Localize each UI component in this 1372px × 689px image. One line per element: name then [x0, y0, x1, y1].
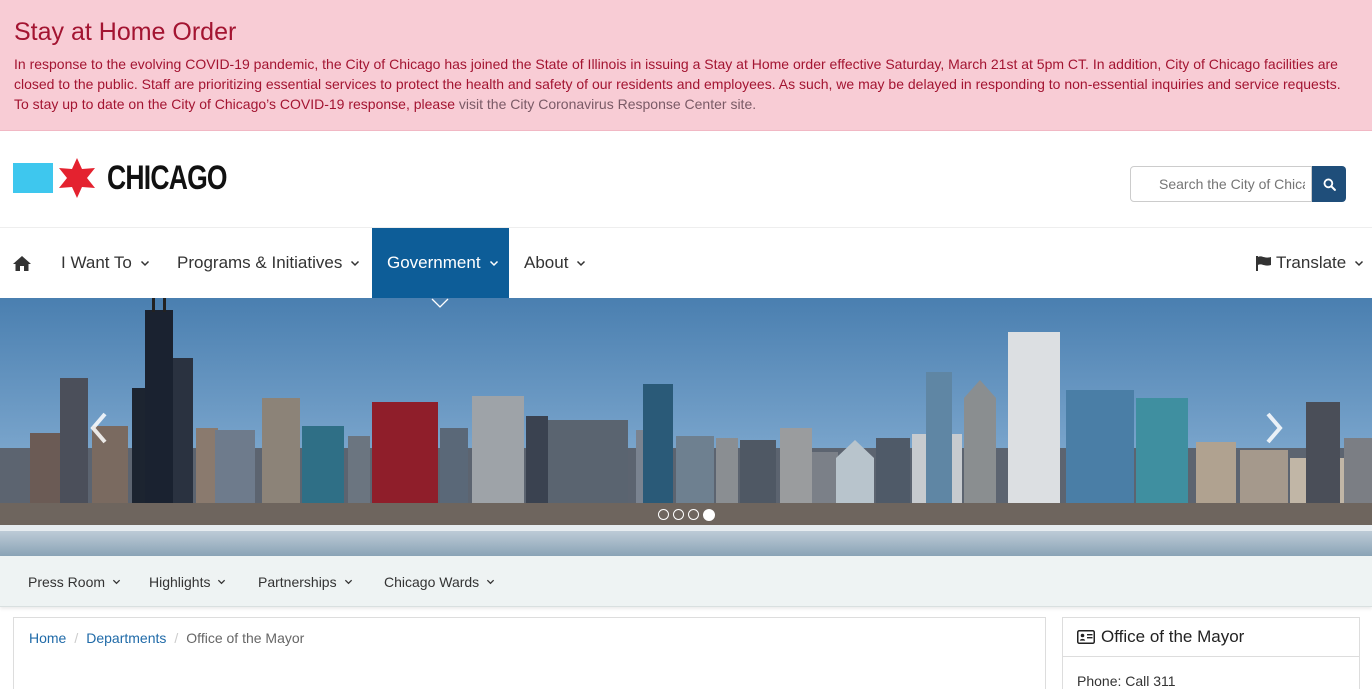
chevron-down-icon	[1355, 260, 1364, 267]
chicago-logo[interactable]: CHICAGO	[13, 156, 261, 200]
carousel-prev-arrow[interactable]	[87, 410, 111, 446]
subnav-partnerships[interactable]: Partnerships	[258, 556, 353, 607]
six-point-star-icon	[59, 158, 95, 198]
subnav-label: Chicago Wards	[384, 573, 480, 590]
carousel-dot-active[interactable]	[703, 509, 715, 521]
breadcrumb-home[interactable]: Home	[29, 630, 66, 646]
active-nav-caret	[431, 298, 449, 308]
nav-programs-initiatives[interactable]: Programs & Initiatives	[177, 228, 360, 298]
panel-heading: Office of the Mayor	[1063, 618, 1359, 657]
logo-blue-stripe	[13, 163, 53, 193]
subnav-chicago-wards[interactable]: Chicago Wards	[384, 556, 495, 607]
main-nav: I Want To Programs & Initiatives Governm…	[0, 228, 1372, 298]
alert-body: In response to the evolving COVID-19 pan…	[14, 54, 1354, 114]
carousel-dot[interactable]	[658, 509, 669, 520]
breadcrumb-separator: /	[174, 630, 179, 646]
nav-label: About	[524, 253, 569, 272]
search-button[interactable]	[1312, 166, 1346, 202]
search-input[interactable]	[1130, 166, 1312, 202]
address-card-icon	[1077, 630, 1095, 644]
site-search	[1130, 166, 1346, 202]
translate-label: Translate	[1276, 253, 1347, 272]
stay-at-home-alert: Stay at Home Order In response to the ev…	[0, 0, 1372, 131]
carousel-dot[interactable]	[673, 509, 684, 520]
nav-label: Programs & Initiatives	[177, 253, 343, 272]
carousel-dot[interactable]	[688, 509, 699, 520]
subnav-label: Partnerships	[258, 573, 337, 590]
breadcrumb-separator: /	[74, 630, 79, 646]
translate-dropdown[interactable]: Translate	[1255, 228, 1364, 298]
carousel-indicators	[658, 509, 715, 521]
home-button[interactable]	[12, 228, 32, 298]
logo-text: CHICAGO	[107, 158, 228, 197]
alert-title: Stay at Home Order	[14, 18, 237, 46]
nav-about[interactable]: About	[524, 228, 586, 298]
chevron-down-icon	[489, 260, 498, 267]
phone-text: Phone: Call 311	[1077, 673, 1176, 689]
nav-label: I Want To	[61, 253, 132, 272]
coronavirus-response-link[interactable]: visit the City Coronavirus Response Cent…	[459, 96, 756, 112]
chevron-down-icon	[344, 579, 352, 585]
flag-icon	[1256, 256, 1271, 271]
chevron-down-icon	[351, 260, 360, 267]
chevron-down-icon	[577, 260, 586, 267]
nav-label: Government	[387, 253, 481, 272]
nav-government[interactable]: Government	[372, 228, 509, 298]
breadcrumb-current: Office of the Mayor	[186, 630, 305, 646]
subnav-highlights[interactable]: Highlights	[149, 556, 226, 607]
chevron-down-icon	[140, 260, 149, 267]
subnav-label: Highlights	[149, 573, 211, 590]
department-subnav: Press Room Highlights Partnerships Chica…	[0, 556, 1372, 607]
chevron-down-icon	[112, 579, 121, 585]
panel-title: Office of the Mayor	[1101, 627, 1245, 646]
site-header: CHICAGO	[0, 131, 1372, 228]
nav-i-want-to[interactable]: I Want To	[61, 228, 150, 298]
breadcrumb: Home / Departments / Office of the Mayor	[13, 617, 1046, 689]
subnav-label: Press Room	[28, 573, 106, 590]
chevron-down-icon	[487, 579, 495, 585]
panel-body: Phone: Call 311	[1063, 657, 1359, 689]
carousel-next-arrow[interactable]	[1262, 410, 1286, 446]
hero-carousel	[0, 298, 1372, 556]
breadcrumb-departments[interactable]: Departments	[86, 630, 166, 646]
chevron-down-icon	[218, 579, 226, 585]
office-contact-panel: Office of the Mayor Phone: Call 311	[1062, 617, 1360, 689]
search-icon	[1323, 178, 1336, 191]
home-icon	[13, 255, 31, 271]
subnav-press-room[interactable]: Press Room	[28, 556, 121, 607]
